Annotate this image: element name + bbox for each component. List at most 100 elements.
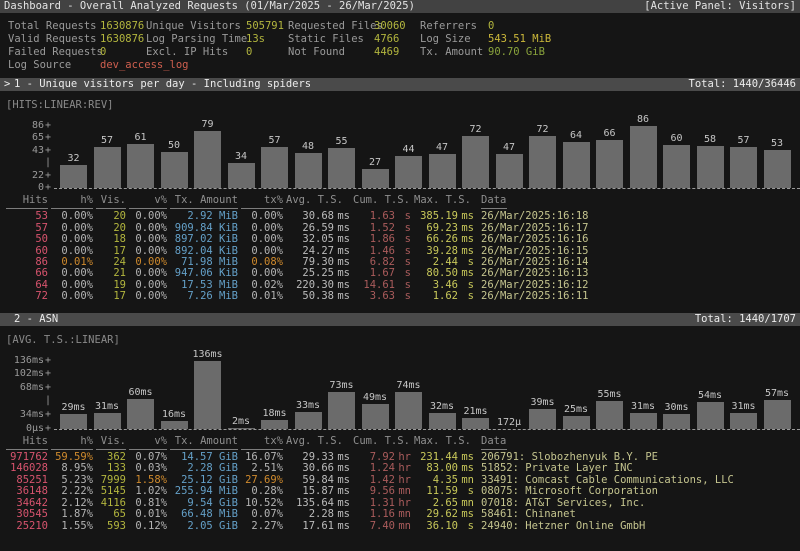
tick-label: 102ms	[14, 368, 44, 379]
summary-label: Requested Files	[288, 20, 374, 33]
bar	[228, 428, 255, 429]
cell-vis: 20	[96, 211, 126, 222]
cell-vis: 5145	[96, 486, 126, 497]
bar	[94, 147, 121, 188]
chart-type-label: [HITS:LINEAR:REV]	[0, 99, 800, 111]
cell-max: 4.35mn	[414, 475, 474, 486]
cell-unit: ms	[334, 211, 350, 222]
cell-unit: ms	[458, 463, 474, 474]
bar-value-label: 2ms	[232, 416, 250, 427]
divider-segment	[6, 206, 48, 210]
cell-value: 2.28	[286, 509, 334, 520]
bar-value-label: 27	[369, 157, 381, 168]
bar	[194, 131, 221, 188]
table-row[interactable]: 346422.12%41160.81%9.54 GiB10.52%135.64m…	[6, 498, 800, 509]
panel-title-wrap: >1 - Unique visitors per day - Including…	[4, 78, 311, 91]
bar	[630, 413, 657, 429]
cell-data: 26/Mar/2025:16:13	[481, 268, 797, 279]
divider-line	[6, 208, 48, 210]
bar-value-label: 58	[704, 134, 716, 145]
cell-value: 80.50	[414, 268, 458, 279]
bar-value-label: 60ms	[128, 387, 152, 398]
bar-value-label: 32	[67, 153, 79, 164]
bar	[362, 169, 389, 188]
column-header: tx%	[241, 195, 283, 206]
cell-vis: 133	[96, 463, 126, 474]
column-header: Cum. T.S.	[353, 436, 411, 447]
cell-max: 231.44ms	[414, 452, 474, 463]
column-header: Cum. T.S.	[353, 195, 411, 206]
column-header: Data	[481, 195, 797, 206]
table-row[interactable]: 97176259.59%3620.07%14.57 GiB16.07%29.33…	[6, 452, 800, 463]
column-header: Vis.	[96, 195, 126, 206]
table-row[interactable]: 570.00%200.00%909.84 KiB0.00%26.59ms1.52…	[6, 223, 800, 234]
table-row[interactable]: 852515.23%79991.58%25.12 GiB27.69%59.84m…	[6, 475, 800, 486]
table-row[interactable]: 305451.87%650.01%66.48 MiB0.07%2.28ms1.1…	[6, 509, 800, 520]
cell-unit: ms	[334, 246, 350, 257]
cell-avg: 32.05ms	[286, 234, 350, 245]
column-header: Hits	[6, 436, 48, 447]
cell-hp: 59.59%	[51, 452, 93, 463]
cell-unit: s	[458, 521, 474, 532]
cell-tx: 2.92 MiB	[170, 211, 238, 222]
panel-header-visitors[interactable]: >1 - Unique visitors per day - Including…	[0, 78, 800, 91]
divider-segment	[353, 447, 411, 451]
bar-value-label: 55ms	[597, 389, 621, 400]
bar	[764, 150, 791, 188]
bar-slot: 74ms	[395, 380, 422, 429]
column-header: h%	[51, 195, 93, 206]
cell-value: 385.19	[414, 211, 458, 222]
bar-slot: 55ms	[596, 389, 623, 429]
cell-unit: s	[458, 257, 474, 268]
table-row[interactable]: 530.00%200.00%2.92 MiB0.00%30.68ms1.63s3…	[6, 211, 800, 222]
tick-mark: +	[44, 170, 52, 181]
bar-value-label: 31ms	[631, 401, 655, 412]
table-row[interactable]: 660.00%210.00%947.06 KiB0.00%25.25ms1.67…	[6, 268, 800, 279]
bar-value-label: 172μ	[497, 417, 521, 428]
bar	[395, 392, 422, 429]
table-row[interactable]: 361482.22%51451.02%255.94 MiB0.28%15.87m…	[6, 486, 800, 497]
bar-value-label: 74ms	[396, 380, 420, 391]
table-row[interactable]: 1460288.95%1330.03%2.28 GiB2.51%30.66ms1…	[6, 463, 800, 474]
bar	[429, 154, 456, 188]
cell-vis: 19	[96, 280, 126, 291]
cell-hits: 60	[6, 246, 48, 257]
bar-slot: 25ms	[563, 404, 590, 429]
tick-mark: |	[44, 157, 52, 168]
bar-value-label: 31ms	[731, 401, 755, 412]
divider-segment	[6, 447, 48, 451]
bar-slot: 53	[764, 138, 791, 188]
cell-vis: 20	[96, 223, 126, 234]
asn-table: Hitsh%Vis.v%Tx. Amounttx%Avg. T.S.Cum. T…	[0, 433, 800, 532]
cell-tx: 909.84 KiB	[170, 223, 238, 234]
cell-avg: 30.68ms	[286, 211, 350, 222]
cell-value: 6.82	[353, 257, 395, 268]
divider-segment	[241, 447, 283, 451]
bar-slot: 86	[630, 114, 657, 188]
table-row[interactable]: 720.00%170.00%7.26 MiB0.01%50.38ms3.63s1…	[6, 291, 800, 302]
panel-title-wrap: 2 - ASN	[4, 313, 58, 326]
bar-slot: 50	[161, 140, 188, 188]
table-row[interactable]: 860.01%240.00%71.98 MiB0.08%79.30ms6.82s…	[6, 257, 800, 268]
table-row[interactable]: 640.00%190.00%17.53 MiB0.02%220.30ms14.6…	[6, 280, 800, 291]
bar-slot: 58	[697, 134, 724, 188]
cell-hits: 25210	[6, 521, 48, 532]
column-header: Avg. T.S.	[286, 195, 350, 206]
table-row[interactable]: 600.00%170.00%892.04 KiB0.00%24.27ms1.46…	[6, 246, 800, 257]
panel-header-asn[interactable]: 2 - ASN Total: 1440/1707	[0, 313, 800, 326]
summary-label: Excl. IP Hits	[146, 46, 246, 59]
cell-value: 7.40	[353, 521, 395, 532]
cell-txp: 0.01%	[241, 291, 283, 302]
divider-line	[51, 449, 93, 451]
divider-segment	[51, 206, 93, 210]
table-row[interactable]: 500.00%180.00%897.02 KiB0.00%32.05ms1.86…	[6, 234, 800, 245]
cell-txp: 0.00%	[241, 268, 283, 279]
bar-slot: 27	[362, 157, 389, 188]
summary-label: Referrers	[420, 20, 488, 33]
cell-unit: ms	[334, 280, 350, 291]
table-row[interactable]: 252101.55%5930.12%2.05 GiB2.27%17.61ms7.…	[6, 521, 800, 532]
cell-hp: 0.00%	[51, 223, 93, 234]
divider-line	[96, 449, 126, 451]
cell-value: 25.25	[286, 268, 334, 279]
cell-hits: 64	[6, 280, 48, 291]
